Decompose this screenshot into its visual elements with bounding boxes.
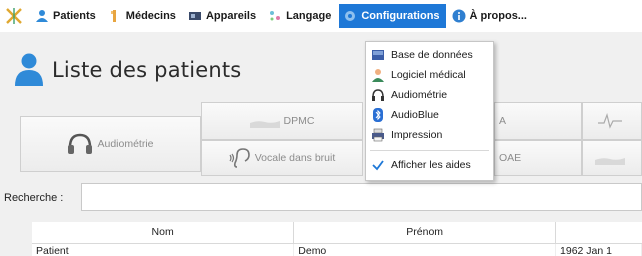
user-icon [15, 53, 43, 86]
page-header: Liste des patients [14, 50, 241, 90]
search-input[interactable] [81, 183, 642, 211]
dropdown-item-base-de-donnees[interactable]: Base de données [366, 45, 493, 65]
menu-langage-label: Langage [286, 10, 332, 22]
menu-a-propos[interactable]: À propos... [448, 4, 533, 28]
menu-a-propos-label: À propos... [469, 10, 527, 22]
exam-dpmc-label: DPMC [283, 115, 315, 127]
menu-medecins-label: Médecins [125, 10, 176, 22]
cell-prenom: Demo [293, 243, 557, 256]
menu-patients-label: Patients [53, 10, 96, 22]
dropdown-item-label: Logiciel médical [391, 69, 466, 81]
dropdown-item-impression[interactable]: Impression [366, 125, 493, 145]
speech-icon [270, 11, 281, 21]
exam-vocale-label: Vocale dans bruit [254, 152, 336, 164]
exam-oae-button[interactable]: OAE [494, 140, 582, 176]
device-icon [188, 12, 201, 20]
dropdown-toggle-afficher-les-aides[interactable]: Afficher les aides [366, 155, 493, 175]
waveform-icon [598, 113, 622, 129]
dropdown-item-label: Base de données [391, 49, 473, 61]
printer-icon [371, 128, 385, 142]
ear-icon [229, 148, 250, 168]
headphones-icon [371, 88, 385, 102]
search-label: Recherche : [4, 192, 64, 204]
exam-audiometrie-label: Audiométrie [97, 138, 154, 150]
doctor-icon [371, 68, 385, 82]
dropdown-toggle-label: Afficher les aides [391, 159, 471, 171]
menu-configurations-label: Configurations [361, 10, 440, 22]
menu-bar: Patients Médecins Appareils Langage Conf… [0, 0, 642, 32]
column-header-prenom[interactable]: Prénom [293, 222, 557, 244]
exam-oae-label: OAE [499, 152, 522, 164]
dropdown-item-label: Impression [391, 129, 443, 141]
exam-vocale-button[interactable]: Vocale dans bruit [201, 140, 363, 176]
configurations-dropdown: Base de données Logiciel médical Audiomé… [365, 41, 494, 181]
headphones-icon [68, 133, 93, 154]
bluetooth-icon [371, 108, 385, 122]
database-icon [371, 48, 385, 62]
exam-partial-label: A [499, 115, 507, 127]
column-header-date[interactable] [555, 222, 642, 244]
dropdown-item-audioblue[interactable]: AudioBlue [366, 105, 493, 125]
info-icon [452, 9, 466, 23]
menu-medecins[interactable]: Médecins [104, 4, 182, 28]
gear-icon [345, 11, 356, 21]
dropdown-separator [370, 150, 489, 151]
exam-waveform-button[interactable] [582, 102, 642, 140]
app-logo-icon [6, 8, 22, 24]
menu-patients[interactable]: Patients [31, 4, 102, 28]
dropdown-item-audiometrie[interactable]: Audiométrie [366, 85, 493, 105]
page-title: Liste des patients [52, 58, 242, 82]
menu-configurations[interactable]: Configurations [339, 4, 446, 28]
chart-icon [595, 158, 625, 165]
column-header-nom[interactable]: Nom [32, 222, 295, 244]
exam-buttons-panel: Audiométrie DPMC Vocale dans bruit A OAE [12, 100, 642, 184]
patient-table: Nom Prénom Patient Demo 1962 Jan 1 [32, 222, 642, 256]
cell-date: 1962 Jan 1 [555, 243, 642, 256]
checkmark-icon [371, 158, 385, 172]
dropdown-item-label: AudioBlue [391, 109, 439, 121]
cell-nom: Patient [32, 243, 295, 256]
menu-appareils[interactable]: Appareils [184, 4, 262, 28]
user-icon [36, 10, 48, 22]
chart-icon [249, 121, 280, 128]
exam-chart-button[interactable] [582, 140, 642, 176]
exam-dpmc-button[interactable]: DPMC [201, 102, 363, 140]
table-header-row: Nom Prénom [32, 222, 642, 244]
dropdown-item-label: Audiométrie [391, 89, 448, 101]
exam-audiometrie-button[interactable]: Audiométrie [20, 116, 201, 172]
exam-partial-button[interactable]: A [494, 102, 582, 140]
dropdown-item-logiciel-medical[interactable]: Logiciel médical [366, 65, 493, 85]
menu-langage[interactable]: Langage [264, 4, 337, 28]
doctor-icon [110, 10, 116, 22]
table-row[interactable]: Patient Demo 1962 Jan 1 [32, 243, 642, 256]
menu-appareils-label: Appareils [205, 10, 257, 22]
